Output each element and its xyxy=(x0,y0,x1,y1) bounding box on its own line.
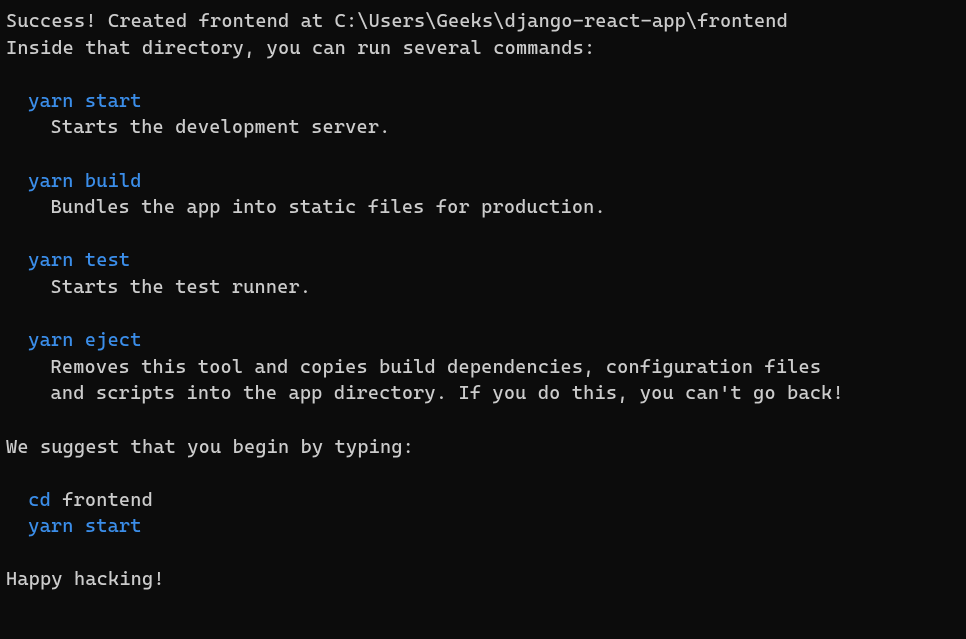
yarn-start-suggestion: yarn start xyxy=(6,513,960,540)
blank-line xyxy=(6,141,960,168)
command-yarn-eject: yarn eject xyxy=(6,327,960,354)
blank-line xyxy=(6,460,960,487)
command-yarn-eject-desc-1: Removes this tool and copies build depen… xyxy=(6,354,960,381)
command-yarn-eject-desc-2: and scripts into the app directory. If y… xyxy=(6,380,960,407)
command-yarn-build: yarn build xyxy=(6,168,960,195)
command-yarn-start: yarn start xyxy=(6,88,960,115)
intro-message: Inside that directory, you can run sever… xyxy=(6,35,960,62)
suggest-message: We suggest that you begin by typing: xyxy=(6,434,960,461)
command-yarn-test: yarn test xyxy=(6,247,960,274)
success-message: Success! Created frontend at C:\Users\Ge… xyxy=(6,8,960,35)
command-yarn-test-desc: Starts the test runner. xyxy=(6,274,960,301)
command-yarn-build-desc: Bundles the app into static files for pr… xyxy=(6,194,960,221)
cd-command: cd frontend xyxy=(6,487,960,514)
footer-message: Happy hacking! xyxy=(6,566,960,593)
cd-keyword: cd xyxy=(28,489,51,511)
command-yarn-start-desc: Starts the development server. xyxy=(6,114,960,141)
blank-line xyxy=(6,301,960,328)
cd-arg: frontend xyxy=(51,489,153,511)
terminal-output: Success! Created frontend at C:\Users\Ge… xyxy=(6,8,960,593)
blank-line xyxy=(6,221,960,248)
blank-line xyxy=(6,61,960,88)
blank-line xyxy=(6,407,960,434)
blank-line xyxy=(6,540,960,567)
